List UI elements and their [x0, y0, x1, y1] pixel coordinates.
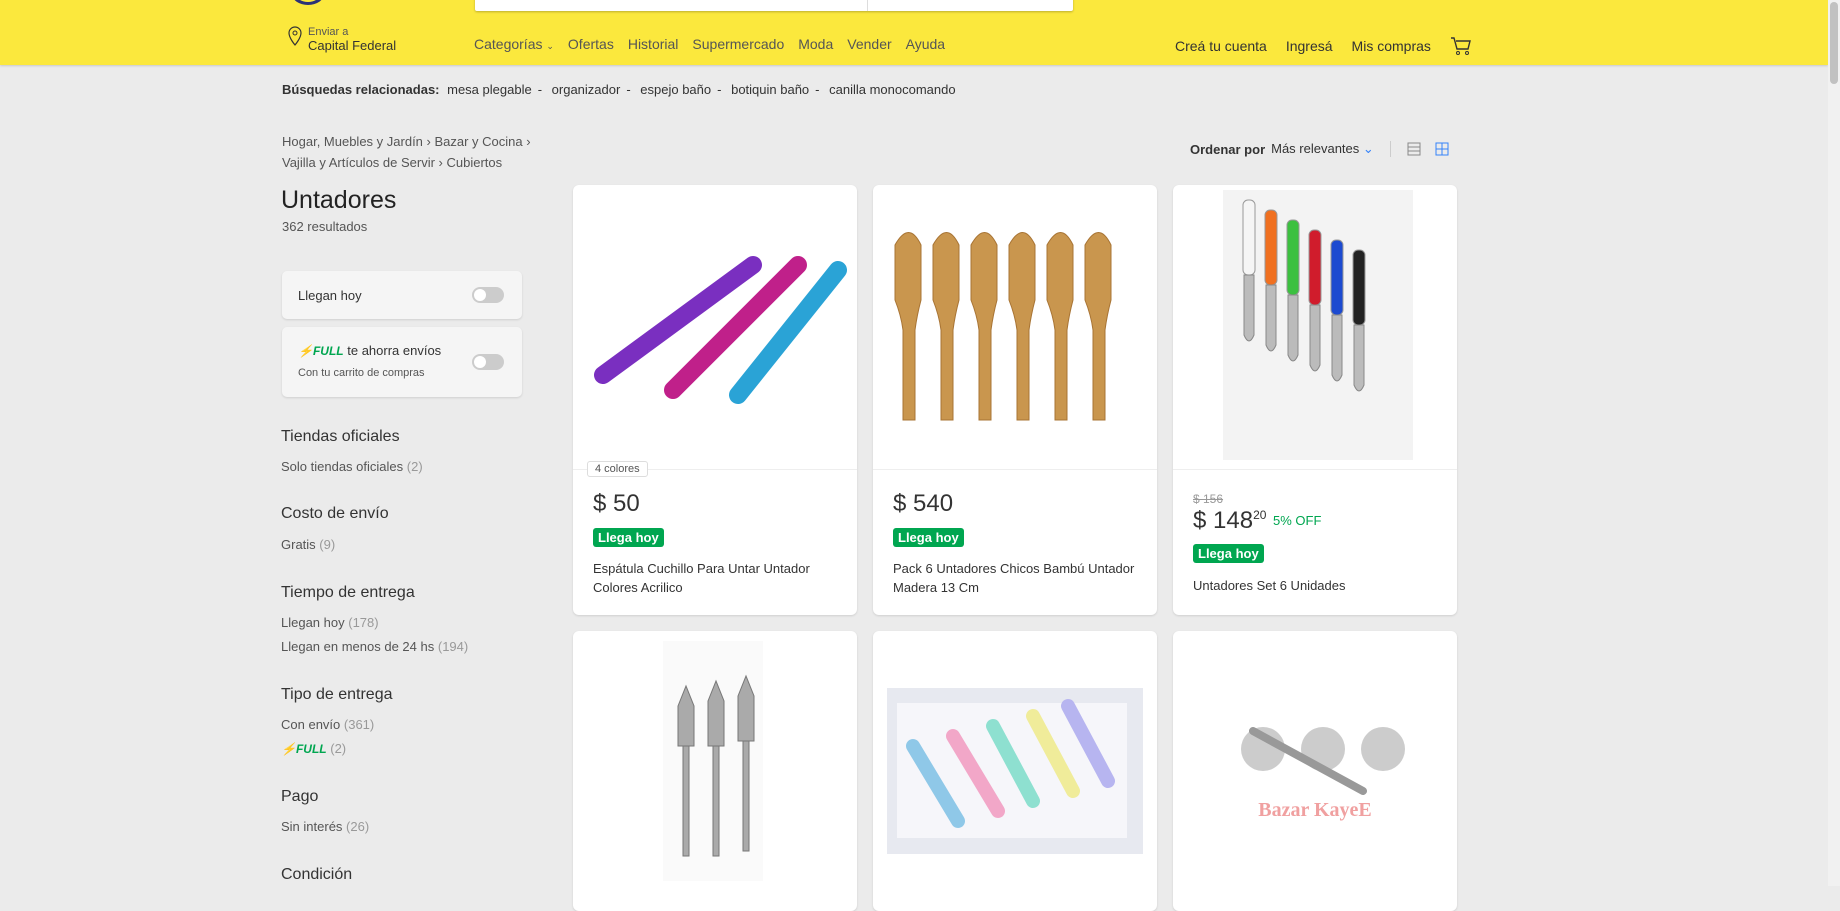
results-count: 362 resultados — [282, 219, 368, 234]
filter-heading: Condición — [281, 866, 353, 883]
filter-option[interactable]: Con envío (361) — [281, 717, 374, 732]
login-link[interactable]: Ingresá — [1286, 38, 1333, 54]
scrollbar[interactable] — [1828, 0, 1840, 886]
product-price: $ 50 — [593, 490, 640, 517]
discount-label: 5% OFF — [1273, 513, 1322, 528]
nav-historial[interactable]: Historial — [628, 36, 679, 52]
filter-sublabel: Con tu carrito de compras — [298, 367, 425, 379]
nav-ofertas[interactable]: Ofertas — [568, 36, 614, 52]
product-image[interactable]: 4 colores — [573, 185, 857, 477]
filter-heading: Costo de envío — [281, 505, 389, 522]
breadcrumb-link[interactable]: Cubiertos — [447, 155, 503, 170]
location-selector[interactable]: Enviar a Capital Federal — [288, 26, 396, 53]
full-icon: ⚡FULL — [298, 344, 344, 358]
product-price: $ 540 — [893, 490, 954, 517]
breadcrumb: Hogar, Muebles y Jardín › Bazar y Cocina… — [282, 134, 531, 170]
product-title[interactable]: Untadores Set 6 Unidades — [1193, 576, 1437, 595]
related-link[interactable]: canilla monocomando — [829, 82, 955, 97]
location-pin-icon — [288, 26, 302, 46]
filter-heading: Tiempo de entrega — [281, 584, 415, 601]
cart-icon[interactable] — [1450, 36, 1472, 56]
watermark-text: Bazar KayeE — [1258, 799, 1372, 821]
filter-heading: Tiendas oficiales — [281, 428, 400, 445]
chevron-down-icon: ⌄ — [546, 41, 554, 51]
product-card[interactable] — [873, 631, 1157, 911]
related-link[interactable]: mesa plegable — [447, 82, 532, 97]
my-purchases-link[interactable]: Mis compras — [1352, 38, 1431, 54]
product-card[interactable]: Bazar KayeE — [1173, 631, 1457, 911]
location-label: Enviar a — [308, 26, 349, 38]
location-value: Capital Federal — [308, 38, 397, 53]
list-view-icon[interactable] — [1407, 142, 1421, 156]
product-price: $ 148 — [1193, 507, 1254, 534]
product-image[interactable] — [873, 185, 1157, 470]
filter-heading: Tipo de entrega — [281, 686, 393, 703]
related-label: Búsquedas relacionadas: — [282, 82, 440, 97]
product-title[interactable]: Espátula Cuchillo Para Untar Untador Col… — [593, 559, 837, 597]
delivery-badge: Llega hoy — [593, 528, 664, 547]
related-link[interactable]: espejo baño — [640, 82, 711, 97]
grid-view-icon[interactable] — [1435, 142, 1449, 156]
old-price: $ 156 — [1193, 492, 1224, 506]
filter-option[interactable]: Sin interés (26) — [281, 819, 369, 834]
product-image[interactable] — [573, 631, 857, 911]
delivery-badge: Llega hoy — [893, 528, 964, 547]
filter-option[interactable]: Llegan hoy (178) — [281, 615, 379, 630]
filter-llegan-hoy[interactable]: Llegan hoy — [282, 271, 522, 319]
filter-heading: Pago — [281, 788, 319, 805]
related-link[interactable]: botiquin baño — [731, 82, 809, 97]
toggle-switch[interactable] — [472, 287, 504, 303]
toggle-switch[interactable] — [472, 354, 504, 370]
delivery-badge: Llega hoy — [1193, 544, 1264, 563]
product-title[interactable]: Pack 6 Untadores Chicos Bambú Untador Ma… — [893, 559, 1137, 597]
variant-tag: 4 colores — [587, 461, 648, 477]
product-card[interactable] — [573, 631, 857, 911]
chevron-down-icon: ⌄ — [1362, 141, 1374, 156]
header: libre Enviar aCapital Federal Categorías… — [0, 0, 1828, 65]
nav-supermercado[interactable]: Supermercado — [692, 36, 784, 52]
related-link[interactable]: organizador — [552, 82, 621, 97]
product-image[interactable] — [1173, 185, 1457, 470]
create-account-link[interactable]: Creá tu cuenta — [1175, 38, 1267, 54]
filter-option[interactable]: ⚡FULL (2) — [281, 741, 346, 756]
product-image[interactable] — [873, 631, 1157, 911]
search-input[interactable] — [475, 0, 1073, 11]
sort-label: Ordenar por — [1190, 141, 1266, 157]
related-searches: Búsquedas relacionadas: mesa plegable - o… — [282, 82, 956, 97]
nav-vender[interactable]: Vender — [847, 36, 891, 52]
full-icon: ⚡FULL — [281, 742, 327, 756]
filter-full[interactable]: ⚡FULL te ahorra envíos Con tu carrito de… — [282, 327, 522, 397]
page-title: Untadores — [281, 186, 397, 214]
logo[interactable]: libre — [290, 0, 370, 8]
filter-option[interactable]: Solo tiendas oficiales (2) — [281, 459, 423, 474]
filter-label: Llegan hoy — [298, 288, 362, 303]
breadcrumb-link[interactable]: Vajilla y Artículos de Servir — [282, 155, 435, 170]
nav-moda[interactable]: Moda — [798, 36, 833, 52]
sort-dropdown[interactable]: Más relevantes ⌄ — [1271, 141, 1374, 157]
filter-label: te ahorra envíos — [347, 343, 442, 358]
divider — [1389, 141, 1391, 157]
price-cents: 20 — [1253, 508, 1267, 522]
product-image[interactable]: Bazar KayeE — [1173, 631, 1457, 911]
breadcrumb-link[interactable]: Bazar y Cocina — [434, 134, 522, 149]
product-card[interactable]: $ 540 Llega hoy Pack 6 Untadores Chicos … — [873, 185, 1157, 615]
breadcrumb-link[interactable]: Hogar, Muebles y Jardín — [282, 134, 423, 149]
product-card[interactable]: $ 156 $ 14820 5% OFF Llega hoy Untadores… — [1173, 185, 1457, 615]
filter-option[interactable]: Llegan en menos de 24 hs (194) — [281, 639, 468, 654]
sort-control: Ordenar por Más relevantes ⌄ — [1190, 141, 1449, 157]
nav-categorias[interactable]: Categorías ⌄ — [474, 36, 554, 52]
filter-option[interactable]: Gratis (9) — [281, 537, 335, 552]
nav-ayuda[interactable]: Ayuda — [906, 36, 945, 52]
product-card[interactable]: 4 colores $ 50 Llega hoy Espátula Cuchil… — [573, 185, 857, 615]
